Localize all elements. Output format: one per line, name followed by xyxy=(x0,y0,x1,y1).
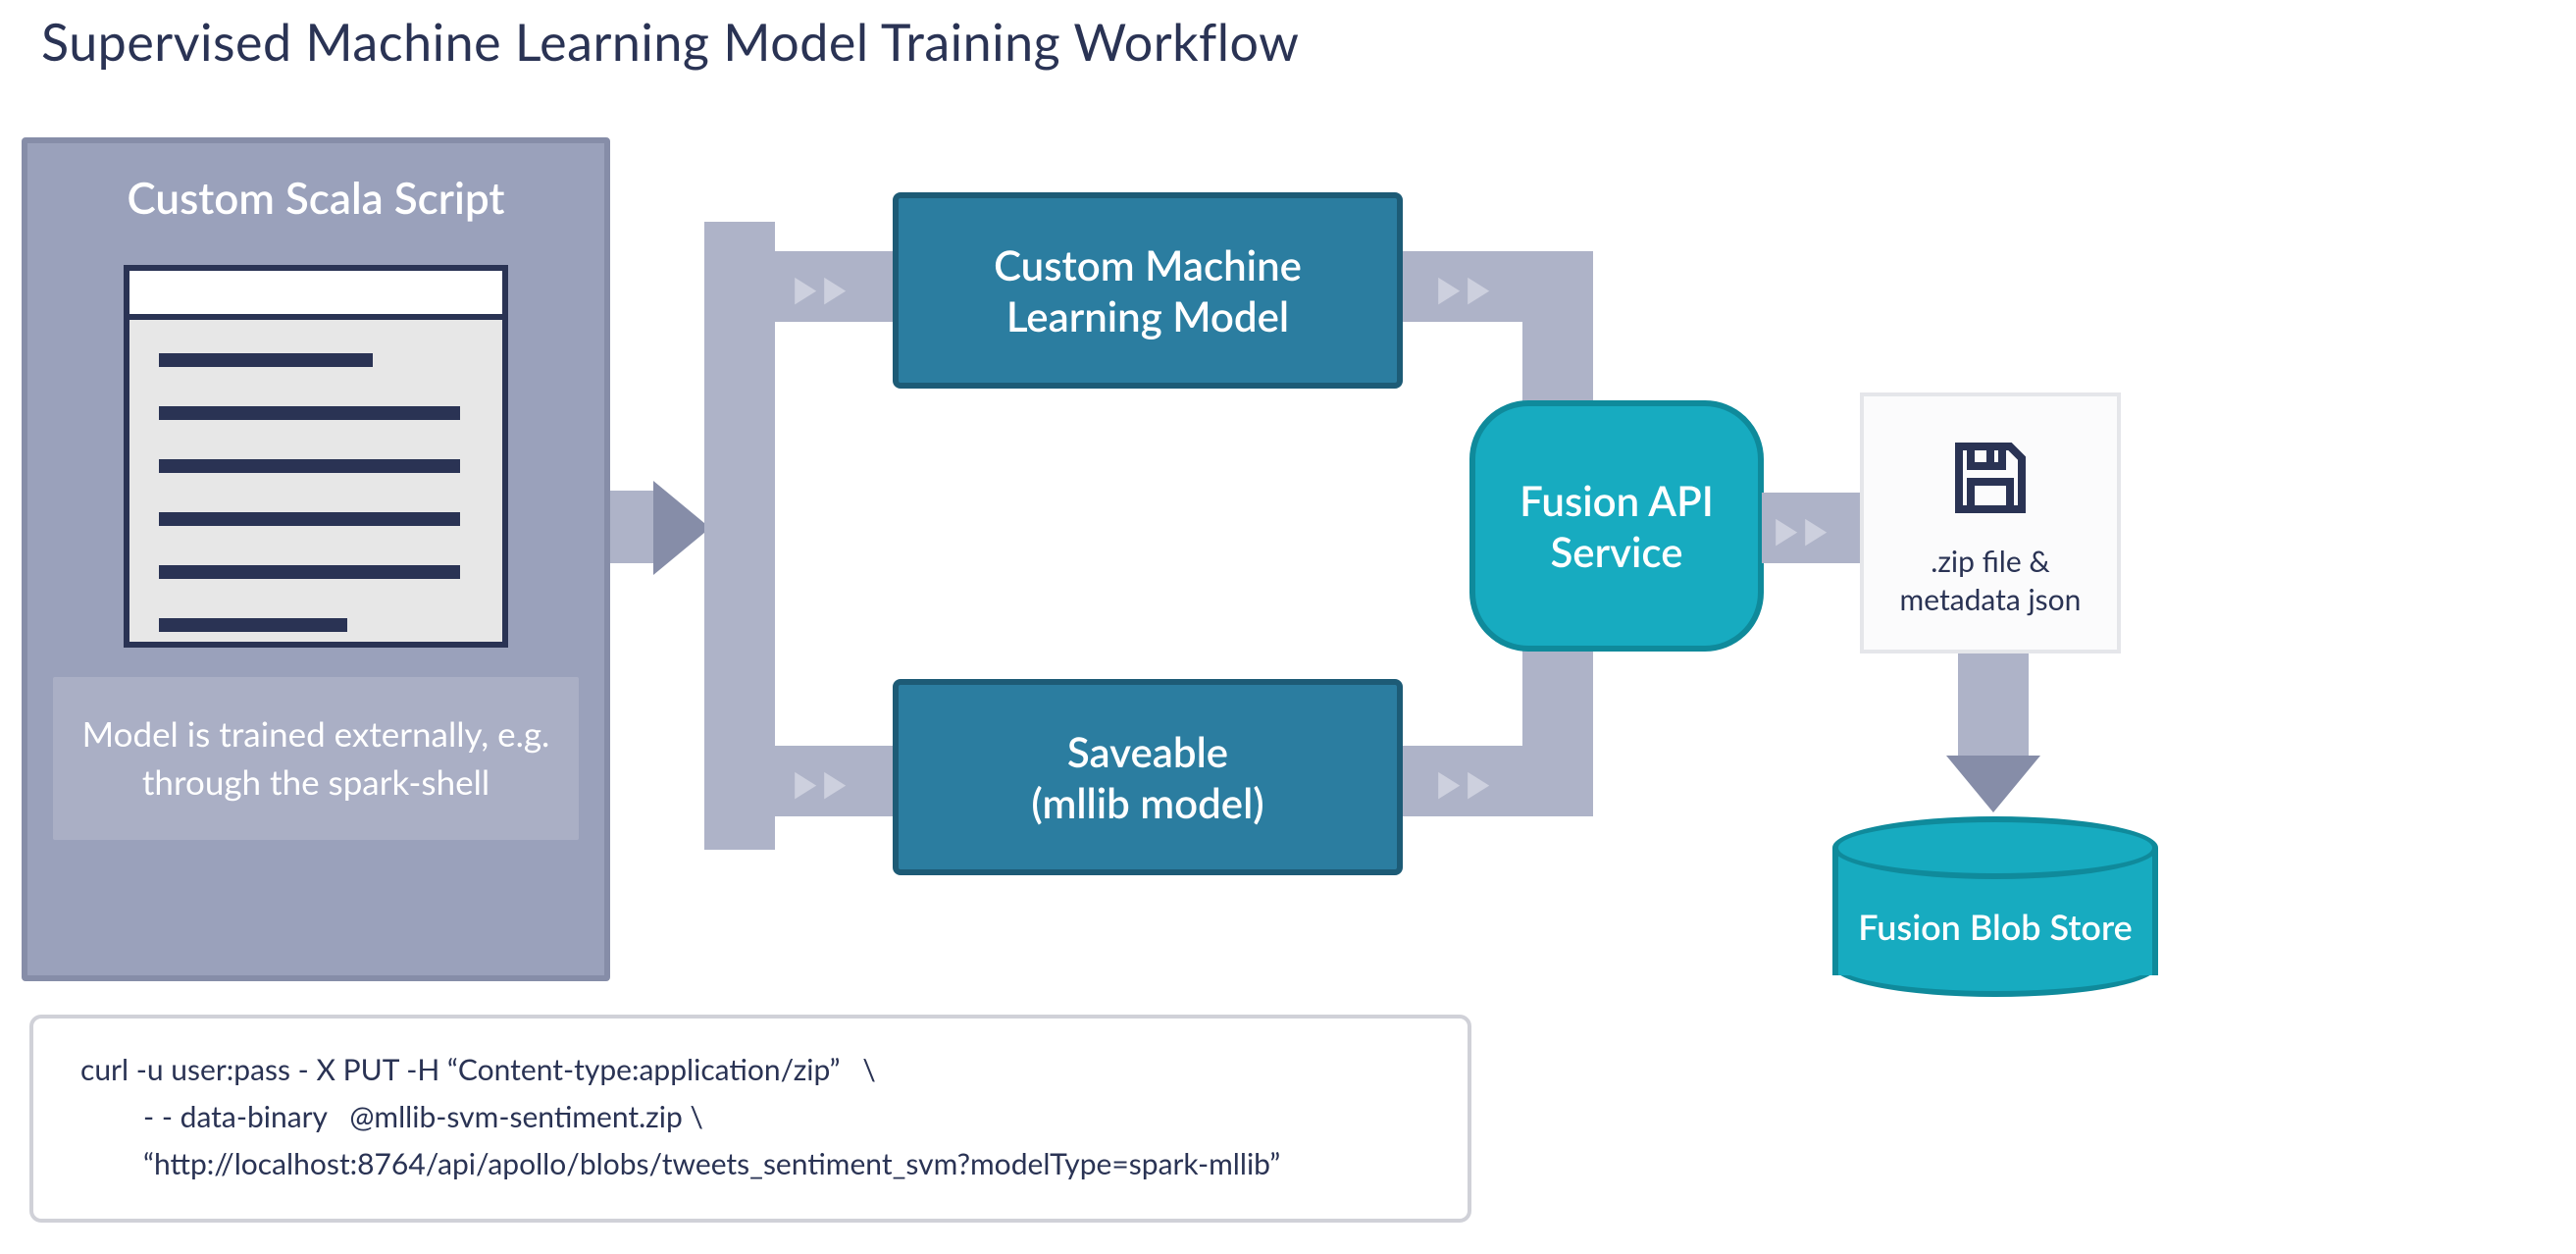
curl-command-box: curl -u user:pass - X PUT -H “Content-ty… xyxy=(29,1015,1471,1223)
connector-custom-to-api-v xyxy=(1522,251,1593,418)
chevrons-icon: ▶▶ xyxy=(1436,265,1486,309)
chevrons-icon: ▶▶ xyxy=(793,265,843,309)
page-title: Supervised Machine Learning Model Traini… xyxy=(41,12,1300,73)
connector-scala-to-trained xyxy=(610,491,659,563)
scala-script-caption: Model is trained externally, e.g. throug… xyxy=(53,677,579,840)
fusion-blob-store-label: Fusion Blob Store xyxy=(1832,905,2158,948)
scala-script-heading: Custom Scala Script xyxy=(27,173,604,224)
connector-saveable-to-api-v xyxy=(1522,638,1593,816)
arrow-head-down-icon xyxy=(1946,756,2040,812)
script-lines-icon xyxy=(129,320,502,632)
curl-line-2: - - data-binary @mllib-svm-sentiment.zip… xyxy=(80,1093,1420,1140)
fusion-api-service-node: Fusion API Service xyxy=(1469,400,1764,652)
saveable-model-box: Saveable (mllib model) xyxy=(893,679,1403,875)
zip-file-label: .zip file & metadata json xyxy=(1900,543,2082,619)
floppy-disk-icon xyxy=(1943,431,2037,529)
zip-file-card: .zip file & metadata json xyxy=(1860,392,2121,653)
arrow-head-icon xyxy=(653,481,710,575)
chevrons-icon: ▶▶ xyxy=(793,759,843,804)
fusion-blob-store-node: Fusion Blob Store xyxy=(1832,816,2158,997)
curl-line-3: “http://localhost:8764/api/apollo/blobs/… xyxy=(80,1140,1420,1187)
chevrons-icon: ▶▶ xyxy=(1774,506,1824,550)
connector-zip-to-blob xyxy=(1958,653,2029,761)
curl-line-1: curl -u user:pass - X PUT -H “Content-ty… xyxy=(80,1046,1420,1093)
scala-script-panel: Custom Scala Script Model is trained ext… xyxy=(22,137,610,981)
trained-model-bar xyxy=(704,222,775,850)
chevrons-icon: ▶▶ xyxy=(1436,759,1486,804)
custom-ml-model-box: Custom Machine Learning Model xyxy=(893,192,1403,389)
script-window-icon xyxy=(124,265,508,648)
script-window-titlebar xyxy=(129,271,502,320)
